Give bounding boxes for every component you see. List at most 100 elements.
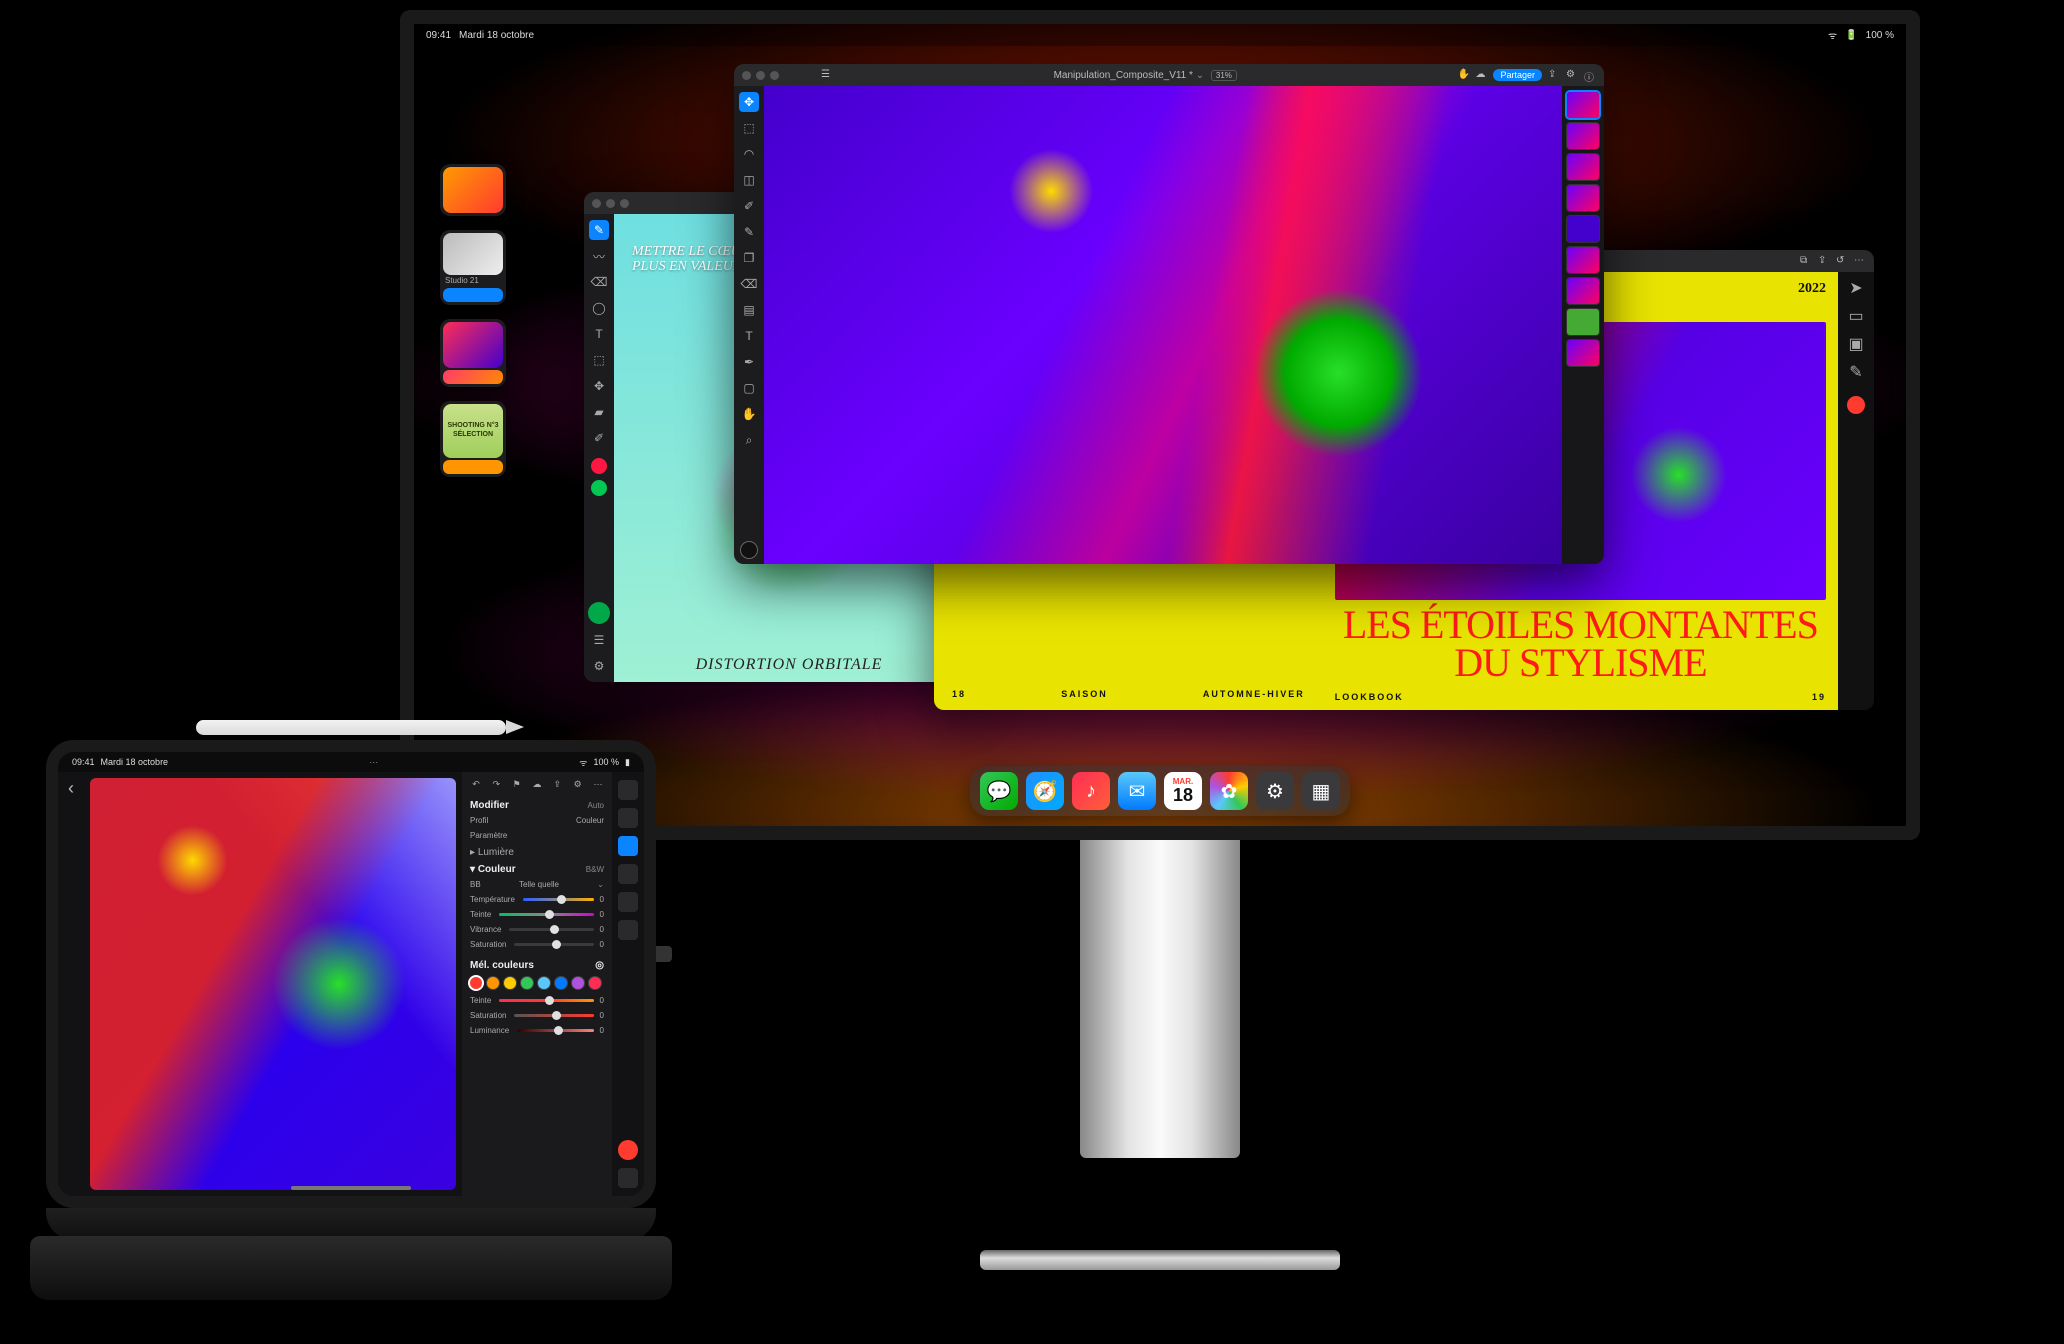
export-icon[interactable]: ⇪ — [1548, 69, 1560, 81]
eraser-tool[interactable]: ⌫ — [589, 272, 609, 292]
move-tool[interactable]: ✥ — [739, 92, 759, 112]
saturation-slider[interactable]: Saturation 0 — [462, 937, 612, 952]
flag-icon[interactable]: ⚑ — [509, 776, 525, 792]
tint-slider[interactable]: Teinte 0 — [462, 907, 612, 922]
zoom-level[interactable]: 31% — [1211, 70, 1237, 81]
record-badge[interactable] — [1847, 396, 1865, 414]
home-indicator[interactable] — [291, 1186, 411, 1190]
traffic-lights[interactable] — [592, 199, 629, 208]
crop-tool[interactable]: ◫ — [739, 170, 759, 190]
more-icon[interactable]: ⋯ — [590, 776, 606, 792]
calendar-app[interactable]: MAR. 18 — [1164, 772, 1202, 810]
stage-manager-app[interactable]: ▦ — [1302, 772, 1340, 810]
mix-magenta[interactable] — [589, 977, 601, 989]
mix-sat-slider[interactable]: Saturation 0 — [462, 1008, 612, 1023]
layer-thumb[interactable] — [1567, 123, 1599, 149]
pen-tool[interactable]: ✎ — [1849, 362, 1862, 382]
smudge-tool[interactable]: 〰 — [589, 246, 609, 266]
mask-mode-icon[interactable] — [618, 892, 638, 912]
editor-canvas[interactable] — [764, 86, 1562, 564]
shape-tool[interactable]: ◯ — [589, 298, 609, 318]
image-tool[interactable]: ▣ — [1848, 334, 1863, 354]
editor-window[interactable]: ☰ Manipulation_Composite_V11 * ⌄ 31% ✋ ☁… — [734, 64, 1604, 564]
wb-row[interactable]: BB Telle quelle ⌄ — [462, 877, 612, 892]
safari-app[interactable]: 🧭 — [1026, 772, 1064, 810]
layer-thumb[interactable] — [1567, 185, 1599, 211]
pointer-tool[interactable]: ➤ — [1849, 278, 1862, 298]
vibrance-slider[interactable]: Vibrance 0 — [462, 922, 612, 937]
colormix-header[interactable]: Mél. couleurs ◎ — [462, 956, 612, 973]
text-tool[interactable]: T — [739, 326, 759, 346]
share-button[interactable]: Partager — [1493, 69, 1542, 81]
mix-green[interactable] — [521, 977, 533, 989]
mix-blue[interactable] — [555, 977, 567, 989]
adjust-mode-icon[interactable] — [618, 836, 638, 856]
clone-tool[interactable]: ❐ — [739, 248, 759, 268]
mix-yellow[interactable] — [504, 977, 516, 989]
lasso-tool[interactable]: ◠ — [739, 144, 759, 164]
layer-thumb[interactable] — [1567, 278, 1599, 304]
more-icon[interactable]: ⋯ — [1854, 255, 1866, 267]
heal-mode-icon[interactable] — [618, 864, 638, 884]
settings-icon[interactable]: ⚙ — [589, 656, 609, 676]
brush-tool[interactable]: ✎ — [739, 222, 759, 242]
hand-tool[interactable]: ✋ — [739, 404, 759, 424]
reject-flag-icon[interactable] — [618, 1140, 638, 1160]
mix-purple[interactable] — [572, 977, 584, 989]
brush-tool[interactable]: ✎ — [589, 220, 609, 240]
editor-titlebar[interactable]: ☰ Manipulation_Composite_V11 * ⌄ 31% ✋ ☁… — [734, 64, 1604, 86]
presets-mode-icon[interactable] — [618, 920, 638, 940]
redo-icon[interactable]: ↷ — [488, 776, 504, 792]
stage-thumb[interactable]: Studio 21 — [440, 230, 506, 305]
select-tool[interactable]: ⬚ — [589, 350, 609, 370]
mix-hue-slider[interactable]: Teinte 0 — [462, 993, 612, 1008]
help-icon[interactable]: ⓘ — [1584, 69, 1596, 81]
light-section[interactable]: ▸ Lumière — [462, 843, 612, 860]
stage-thumb[interactable] — [440, 164, 506, 216]
cloud-sync-icon[interactable]: ☁ — [1475, 69, 1487, 81]
profile-row[interactable]: Profil Couleur — [462, 813, 612, 828]
color-section[interactable]: ▾ Couleur B&W — [462, 860, 612, 877]
ipad-photo-canvas[interactable] — [90, 778, 456, 1190]
color-swatch-red[interactable] — [591, 458, 607, 474]
gear-icon[interactable]: ⚙ — [570, 776, 586, 792]
zoom-tool[interactable]: ⌕ — [739, 430, 759, 450]
sidebar-icon[interactable]: ☰ — [821, 69, 833, 81]
settings-app[interactable]: ⚙ — [1256, 772, 1294, 810]
bookmark-icon[interactable]: ⧉ — [1800, 255, 1812, 267]
layers-icon[interactable]: ☰ — [589, 630, 609, 650]
fill-tool[interactable]: ▰ — [589, 402, 609, 422]
target-icon[interactable]: ◎ — [595, 960, 604, 971]
mix-orange[interactable] — [487, 977, 499, 989]
marquee-tool[interactable]: ⬚ — [739, 118, 759, 138]
temperature-slider[interactable]: Température 0 — [462, 892, 612, 907]
undo-icon[interactable]: ↶ — [468, 776, 484, 792]
foreground-color[interactable] — [588, 602, 610, 624]
foreground-swatch[interactable] — [741, 542, 757, 558]
back-button[interactable]: ‹ — [68, 778, 74, 799]
info-mode-icon[interactable] — [618, 1168, 638, 1188]
chevron-down-icon[interactable]: ⌄ — [1196, 70, 1204, 81]
text-tool[interactable]: T — [589, 324, 609, 344]
mix-aqua[interactable] — [538, 977, 550, 989]
share-icon[interactable]: ⇪ — [1818, 255, 1830, 267]
mix-lum-slider[interactable]: Luminance 0 — [462, 1023, 612, 1038]
history-icon[interactable]: ↺ — [1836, 255, 1848, 267]
gradient-tool[interactable]: ▤ — [739, 300, 759, 320]
eraser-tool[interactable]: ⌫ — [739, 274, 759, 294]
mail-app[interactable]: ✉ — [1118, 772, 1156, 810]
layer-thumb[interactable] — [1567, 92, 1599, 118]
stage-thumb[interactable]: SHOOTING N°3 SÉLECTION — [440, 401, 506, 477]
music-app[interactable]: ♪ — [1072, 772, 1110, 810]
pen-tool[interactable]: ✒ — [739, 352, 759, 372]
layer-thumb[interactable] — [1567, 340, 1599, 366]
hand-tool-icon[interactable]: ✋ — [1457, 69, 1469, 81]
color-swatch-green[interactable] — [591, 480, 607, 496]
auto-button[interactable]: Auto — [588, 801, 604, 810]
textframe-tool[interactable]: ▭ — [1848, 306, 1863, 326]
gear-icon[interactable]: ⚙ — [1566, 69, 1578, 81]
more-icon[interactable]: ⋯ — [369, 757, 378, 768]
photos-app[interactable]: ✿ — [1210, 772, 1248, 810]
share-icon[interactable]: ⇪ — [549, 776, 565, 792]
crop-mode-icon[interactable] — [618, 808, 638, 828]
